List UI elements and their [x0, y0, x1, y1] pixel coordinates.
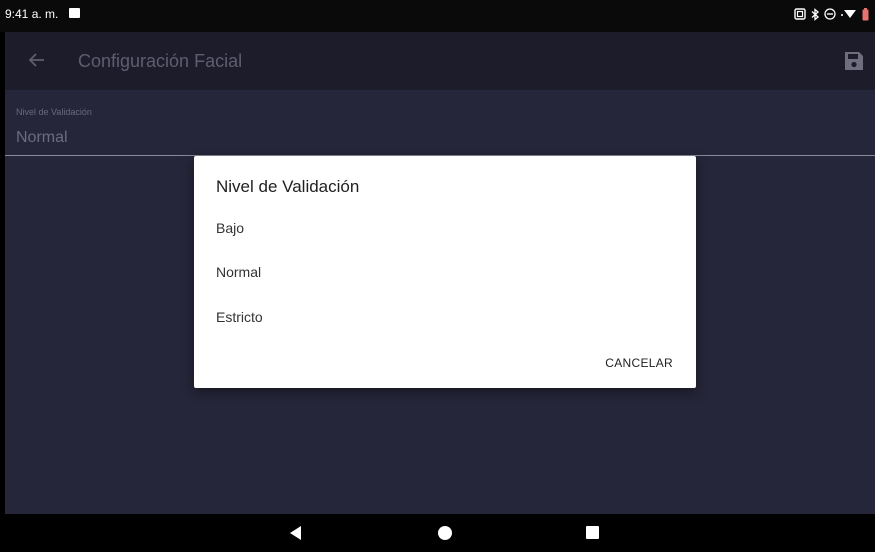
screen: 9:41 a. m. Configuración Facial Nivel de…	[0, 0, 875, 552]
nav-home-icon[interactable]	[438, 526, 452, 540]
nav-recents-icon[interactable]	[586, 526, 599, 539]
validation-level-dialog: Nivel de Validación Bajo Normal Estricto…	[194, 156, 696, 388]
option-estricto[interactable]: Estricto	[216, 309, 263, 325]
status-icons	[794, 6, 869, 22]
status-bar: 9:41 a. m.	[0, 0, 875, 32]
validation-level-label: Nivel de Validación	[16, 107, 92, 117]
page-title: Configuración Facial	[78, 51, 243, 71]
option-normal[interactable]: Normal	[216, 264, 261, 280]
save-icon[interactable]	[842, 49, 866, 73]
cancel-button[interactable]: CANCELAR	[605, 356, 673, 370]
bluetooth-icon	[811, 7, 819, 21]
navigation-bar	[0, 514, 875, 552]
dnd-icon	[824, 8, 836, 20]
image-notification-icon	[69, 8, 80, 18]
dialog-title: Nivel de Validación	[216, 177, 360, 196]
battery-icon	[862, 7, 869, 20]
arrow-back-icon[interactable]	[27, 50, 47, 70]
screenshot-icon	[794, 8, 806, 20]
validation-level-field[interactable]: Normal	[16, 129, 68, 147]
toolbar: Configuración Facial	[5, 32, 875, 90]
nav-back-icon[interactable]	[290, 526, 301, 540]
option-bajo[interactable]: Bajo	[216, 220, 244, 236]
status-time: 9:41 a. m.	[5, 7, 59, 21]
wifi-icon	[841, 10, 856, 18]
